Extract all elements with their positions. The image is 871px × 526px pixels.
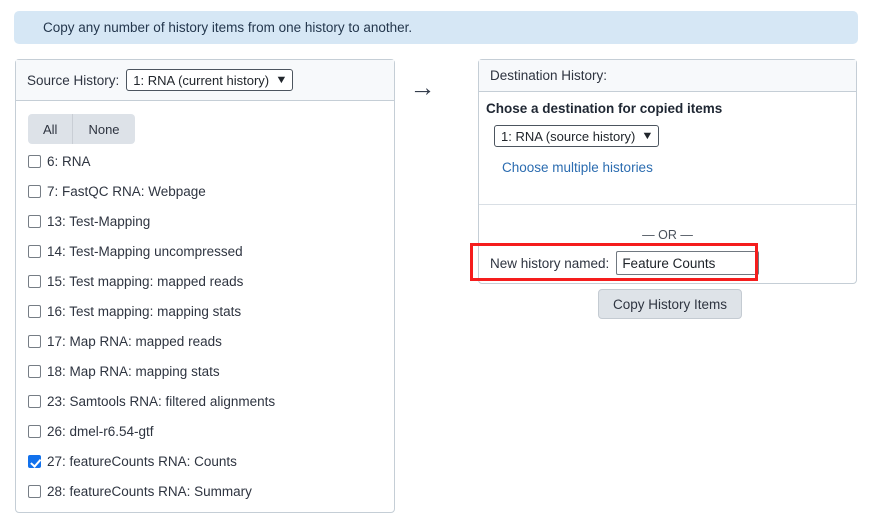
history-item-checkbox[interactable] — [28, 395, 41, 408]
source-history-label: Source History: — [27, 72, 120, 88]
history-item[interactable]: 18: Map RNA: mapping stats — [28, 363, 394, 393]
history-item[interactable]: 15: Test mapping: mapped reads — [28, 273, 394, 303]
select-none-button[interactable]: None — [73, 114, 135, 144]
history-item-checkbox[interactable] — [28, 335, 41, 348]
history-item-checkbox[interactable] — [28, 485, 41, 498]
history-item[interactable]: 13: Test-Mapping — [28, 213, 394, 243]
destination-history-select-value: 1: RNA (source history) — [501, 128, 636, 144]
chevron-down-icon: ▼ — [641, 129, 655, 142]
history-item-checkbox[interactable] — [28, 425, 41, 438]
history-item-label: 14: Test-Mapping uncompressed — [47, 244, 243, 259]
destination-history-label: Destination History: — [490, 68, 608, 83]
history-item[interactable]: 17: Map RNA: mapped reads — [28, 333, 394, 363]
history-item[interactable]: 16: Test mapping: mapping stats — [28, 303, 394, 333]
destination-history-panel: Destination History: Chose a destination… — [478, 59, 857, 284]
selection-button-group: All None — [28, 114, 135, 144]
source-history-body: All None 6: RNA 7: FastQC RNA: Webpage 13:… — [16, 101, 394, 513]
history-item[interactable]: 26: dmel-r6.54-gtf — [28, 423, 394, 453]
history-item-label: 7: FastQC RNA: Webpage — [47, 184, 206, 199]
history-item-label: 23: Samtools RNA: filtered alignments — [47, 394, 276, 409]
history-item-label: 18: Map RNA: mapping stats — [47, 364, 220, 379]
history-item-list: 6: RNA 7: FastQC RNA: Webpage 13: Test-Map… — [28, 153, 394, 513]
history-item-checkbox[interactable] — [28, 185, 41, 198]
arrow-right-icon: → — [409, 72, 436, 102]
history-item[interactable]: 27: featureCounts RNA: Counts — [28, 453, 394, 483]
new-history-name-input[interactable] — [616, 251, 760, 275]
history-item-label: 13: Test-Mapping — [47, 214, 151, 229]
source-history-header: Source History: 1: RNA (current history)… — [16, 60, 394, 101]
new-history-row: New history named: — [479, 242, 856, 275]
choose-multiple-histories-link[interactable]: Choose multiple histories — [486, 160, 653, 175]
info-banner: Copy any number of history items from on… — [14, 11, 858, 44]
history-item-checkbox[interactable] — [28, 155, 41, 168]
new-history-label: New history named: — [490, 255, 610, 271]
or-divider: — OR — — [642, 228, 693, 242]
history-item-label: 16: Test mapping: mapping stats — [47, 304, 242, 319]
history-item[interactable]: 6: RNA — [28, 153, 394, 183]
history-item-label: 15: Test mapping: mapped reads — [47, 274, 244, 289]
history-item-label: 27: featureCounts RNA: Counts — [47, 454, 237, 469]
chevron-down-icon: ▼ — [275, 73, 288, 86]
history-item-checkbox[interactable] — [28, 365, 41, 378]
copy-history-items-button[interactable]: Copy History Items — [598, 289, 743, 319]
history-item-checkbox-checked[interactable] — [28, 455, 41, 468]
history-item-checkbox[interactable] — [28, 275, 41, 288]
history-item[interactable]: 23: Samtools RNA: filtered alignments — [28, 393, 394, 423]
destination-history-header: Destination History: — [479, 60, 856, 92]
history-item-label: 6: RNA — [47, 154, 91, 169]
source-history-panel: Source History: 1: RNA (current history)… — [15, 59, 395, 513]
destination-chooser-section: Chose a destination for copied items 1: … — [479, 92, 856, 205]
destination-heading: Chose a destination for copied items — [486, 101, 723, 116]
history-item-checkbox[interactable] — [28, 215, 41, 228]
destination-history-select[interactable]: 1: RNA (source history) ▼ — [494, 125, 660, 147]
history-item[interactable]: 14: Test-Mapping uncompressed — [28, 243, 394, 273]
history-item[interactable]: 7: FastQC RNA: Webpage — [28, 183, 394, 213]
select-all-button[interactable]: All — [28, 114, 74, 144]
history-item-checkbox[interactable] — [28, 305, 41, 318]
info-banner-text: Copy any number of history items from on… — [43, 20, 413, 35]
destination-select-wrapper: 1: RNA (source history) ▼ — [486, 125, 856, 147]
history-item[interactable]: 28: featureCounts RNA: Summary — [28, 483, 394, 513]
source-history-select[interactable]: 1: RNA (current history) ▼ — [126, 69, 293, 91]
history-item-checkbox[interactable] — [28, 245, 41, 258]
history-item-label: 17: Map RNA: mapped reads — [47, 334, 222, 349]
source-history-select-value: 1: RNA (current history) — [133, 72, 270, 88]
history-item-label: 26: dmel-r6.54-gtf — [47, 424, 154, 439]
history-item-label: 28: featureCounts RNA: Summary — [47, 484, 252, 499]
